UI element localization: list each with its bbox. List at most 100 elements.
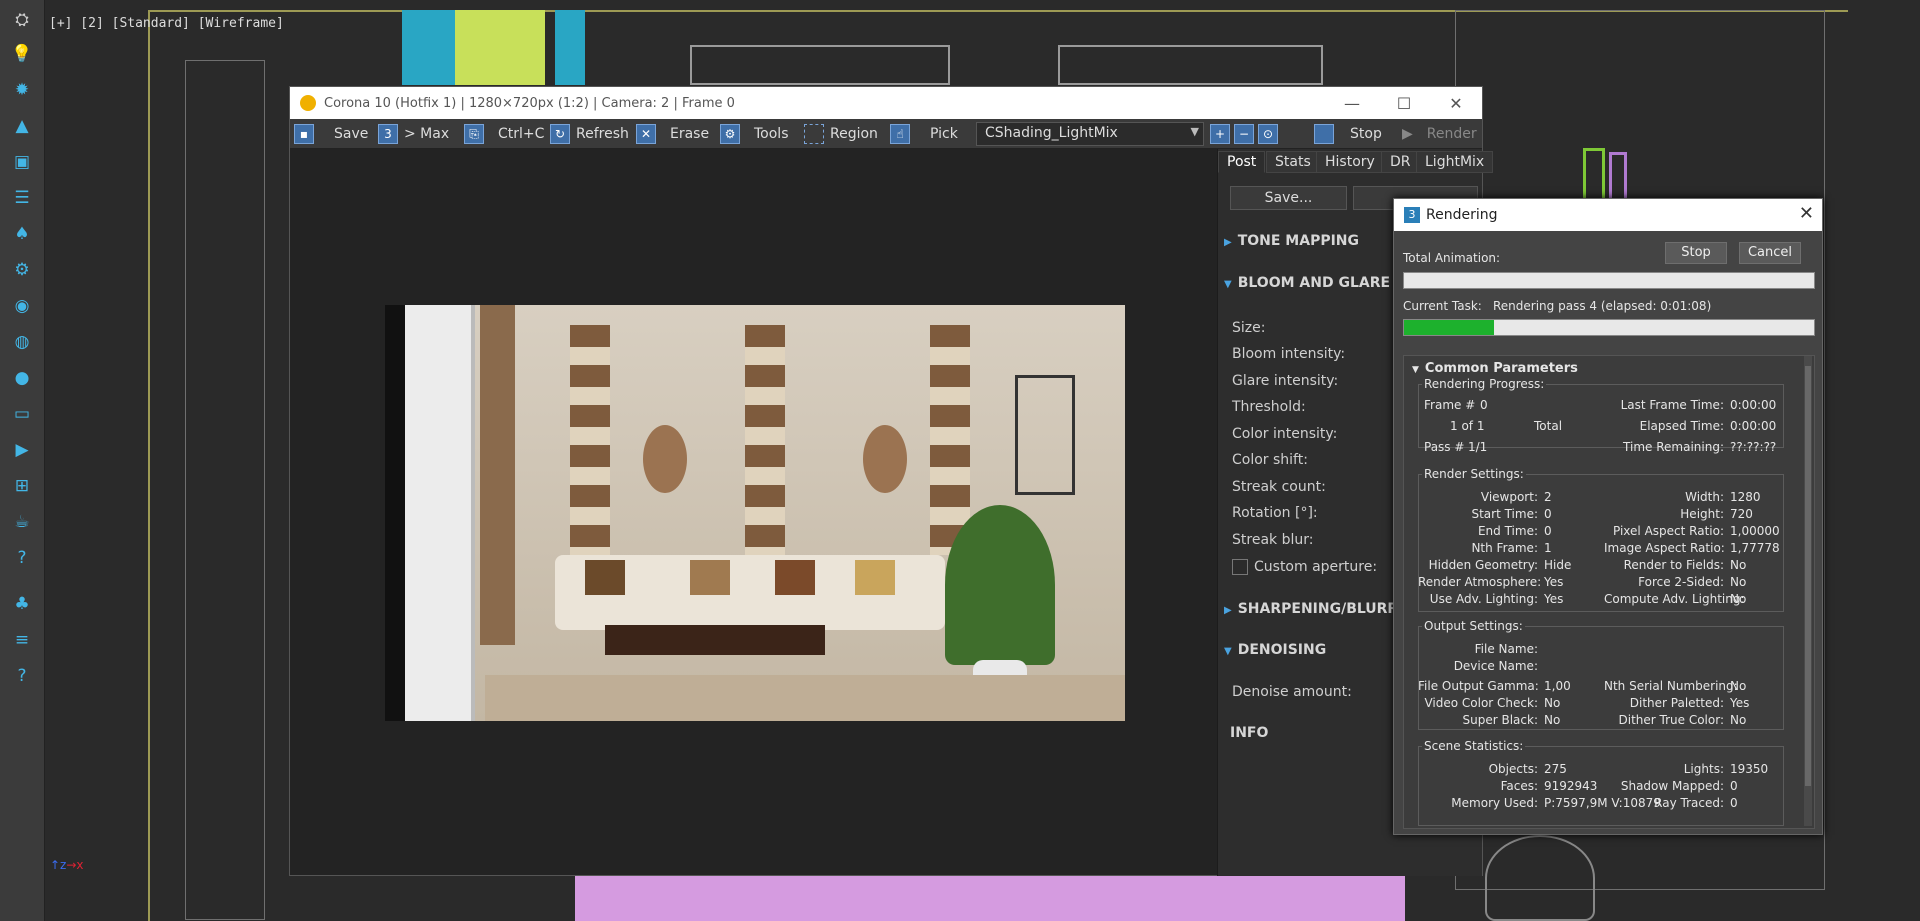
scrollbar-thumb[interactable] [1805,366,1811,786]
zoom-out-icon: − [1234,124,1254,144]
save-button[interactable]: ▪ Save [294,122,368,146]
output-setting-right-label: Nth Serial Numbering: [1604,679,1738,693]
cushion-3 [775,560,815,595]
teapot-icon[interactable]: ☕ [8,508,36,536]
zoom-fit-icon: ⊙ [1258,124,1278,144]
camera-icon[interactable]: ⛭ [8,6,36,34]
left-toolbar: ⛭ 💡 ✹ ▲ ▣ ☰ ♠ ⚙ ◉ ◍ ● ▭ ▶ ⊞ ☕ ? ♣ ≡ ? [0,0,45,921]
tab-lightmix[interactable]: LightMix [1416,151,1494,173]
tab-post[interactable]: Post [1218,151,1266,173]
panel-scrollbar[interactable] [1804,356,1812,826]
close-icon[interactable]: ✕ [1799,203,1814,224]
prop-bloom-intensity: Bloom intensity: [1232,346,1346,362]
output-setting-right-value: No [1730,679,1747,693]
scatter-icon[interactable]: ♠ [8,220,36,248]
render-setting-right-label: Image Aspect Ratio: [1604,541,1725,555]
tile-column-2 [745,325,785,555]
pick-button[interactable]: ☝ Pick [890,122,958,146]
render-setting-right-value: 1,77778 [1730,541,1780,555]
output-setting-left-label: File Output Gamma: [1418,679,1539,693]
render-setting-left-value: 0 [1544,524,1552,538]
forest-icon[interactable]: ♣ [8,590,36,618]
scene-object-lime [455,10,545,85]
tab-stats[interactable]: Stats [1266,151,1320,173]
common-parameters-panel: ▼ Common Parameters Rendering Progress: F… [1403,355,1815,829]
maximize-icon[interactable]: ☐ [1378,87,1430,119]
current-task-label: Current Task: [1403,299,1482,313]
copy-button[interactable]: ⎘ Ctrl+C [464,122,544,146]
prop-denoise-amount: Denoise amount: [1232,684,1352,700]
render-setting-left-value: 2 [1544,490,1552,504]
rendered-image[interactable] [385,305,1125,721]
layout-icon[interactable]: ⊞ [8,472,36,500]
render-setting-right-label: Pixel Aspect Ratio: [1613,524,1724,538]
rendering-dialog-titlebar[interactable]: 3 Rendering ✕ [1394,199,1822,231]
gear-icon[interactable]: ⚙ [8,256,36,284]
image-edge [385,305,405,721]
window-icon[interactable]: ▭ [8,400,36,428]
save-settings-button[interactable]: Save... [1230,186,1347,210]
stop-button[interactable]: Stop [1314,122,1382,146]
pick-icon: ☝ [890,124,910,144]
section-bloom-glare[interactable]: ▼ BLOOM AND GLARE [1224,275,1390,291]
section-tone-mapping[interactable]: ▶ TONE MAPPING [1224,233,1359,249]
palette-icon[interactable]: ◍ [8,328,36,356]
tab-history[interactable]: History [1316,151,1384,173]
cancel-button[interactable]: Cancel [1739,242,1801,264]
zoom-out-button[interactable]: − [1234,122,1254,146]
render-setting-left-value: 0 [1544,507,1552,521]
window [405,305,475,721]
render-setting-left-value: Hide [1544,558,1572,572]
sun-icon[interactable]: ✹ [8,76,36,104]
zoom-in-button[interactable]: + [1210,122,1230,146]
frame-label: Frame # [1424,398,1476,412]
region-button[interactable]: Region [804,122,878,146]
refresh-icon: ↻ [550,124,570,144]
output-setting-left-label: Video Color Check: [1424,696,1538,710]
viewport-label[interactable]: [+] [2] [Standard] [Wireframe] [49,16,284,31]
tile-column-1 [570,325,610,555]
menu-icon[interactable]: ≡ [8,626,36,654]
render-button[interactable]: ▶ Render [1402,122,1477,146]
output-setting-right-value: No [1730,713,1747,727]
corona-logo-icon [300,95,316,111]
zoom-in-icon: + [1210,124,1230,144]
vfb-titlebar[interactable]: Corona 10 (Hotfix 1) | 1280×720px (1:2) … [290,87,1482,119]
stop-button[interactable]: Stop [1665,242,1727,264]
task-progress-fill [1404,320,1495,335]
section-info[interactable]: INFO [1230,725,1268,741]
output-setting-right-label: Dither Paletted: [1629,696,1724,710]
tab-dr[interactable]: DR [1381,151,1420,173]
common-params-header[interactable]: ▼ Common Parameters [1412,361,1578,376]
bulb-icon[interactable]: ● [8,364,36,392]
to-max-button[interactable]: 3 > Max [378,122,449,146]
axis-gizmo: ↑z→x [50,858,84,872]
zoom-fit-button[interactable]: ⊙ [1258,122,1278,146]
material-icon[interactable]: ▣ [8,148,36,176]
corona-vfb-window: Corona 10 (Hotfix 1) | 1280×720px (1:2) … [289,86,1494,876]
frame-buffer-icon[interactable]: ▶ [8,436,36,464]
tree-icon[interactable]: ▲ [8,112,36,140]
light-bulb-icon[interactable]: 💡 [8,40,36,68]
objects-label: Objects: [1488,762,1538,776]
tools-button[interactable]: ⚙ Tools [720,122,789,146]
globe-icon[interactable]: ◉ [8,292,36,320]
stop-icon [1314,124,1334,144]
erase-button[interactable]: ✕ Erase [636,122,709,146]
elapsed-time-label: Elapsed Time: [1639,419,1724,433]
refresh-button[interactable]: ↻ Refresh [550,122,629,146]
render-element-dropdown[interactable]: CShading_LightMix ▼ [976,122,1204,146]
help-icon[interactable]: ? [8,544,36,572]
output-setting-right-label: Dither True Color: [1618,713,1724,727]
render-setting-right-label: Height: [1680,507,1724,521]
instrument-1 [643,425,687,493]
list-icon[interactable]: ☰ [8,184,36,212]
cushion-2 [690,560,730,595]
minimize-icon[interactable]: — [1326,87,1378,119]
section-denoising[interactable]: ▼ DENOISING [1224,642,1326,658]
close-icon[interactable]: ✕ [1430,87,1482,119]
output-setting-left-value: No [1544,713,1561,727]
custom-aperture-checkbox[interactable] [1232,559,1248,575]
help-icon-2[interactable]: ? [8,662,36,690]
memory-label: Memory Used: [1451,796,1538,810]
